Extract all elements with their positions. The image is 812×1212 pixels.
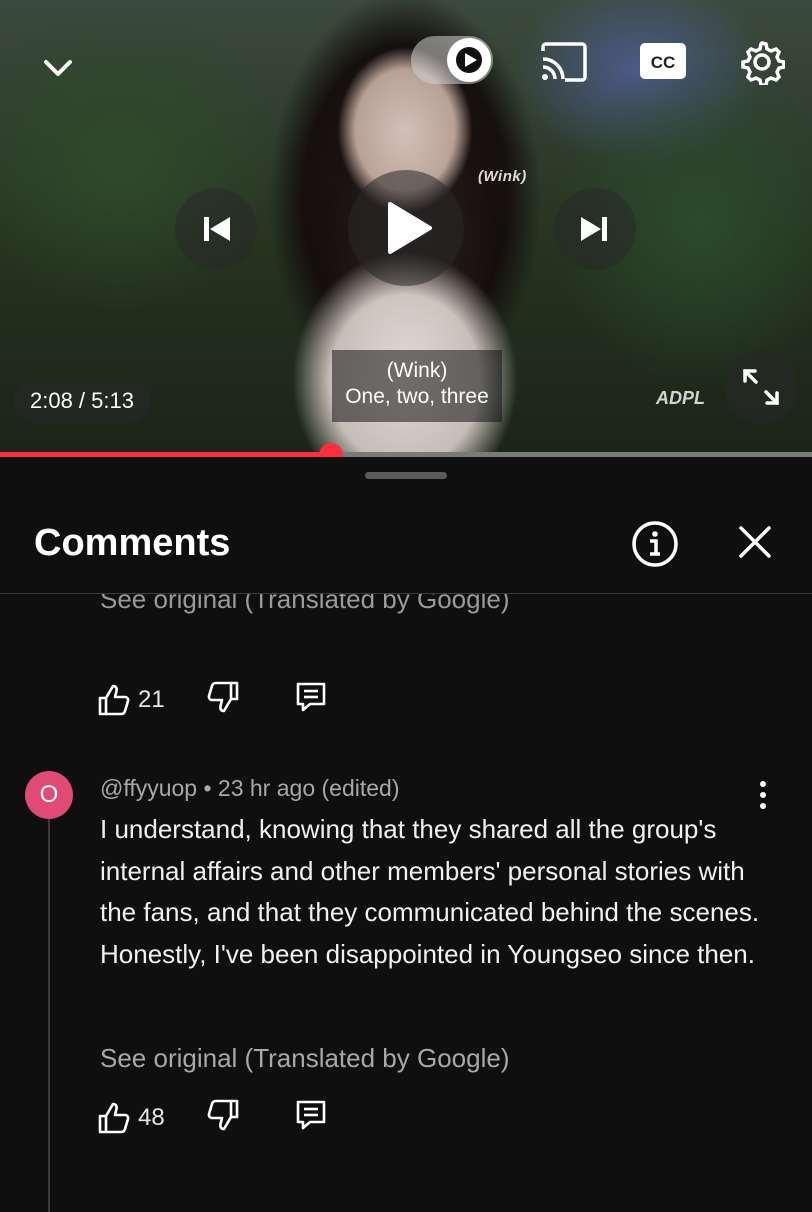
close-icon bbox=[739, 526, 771, 558]
page-title: Comments bbox=[34, 522, 231, 564]
reply-button[interactable] bbox=[293, 679, 329, 720]
comment-meta[interactable]: @ffyyuop • 23 hr ago (edited) bbox=[100, 775, 399, 802]
channel-watermark: ADPL bbox=[656, 388, 705, 408]
captions-button[interactable]: CC bbox=[640, 42, 686, 80]
dislike-button[interactable] bbox=[205, 1097, 241, 1138]
previous-button[interactable] bbox=[175, 188, 257, 270]
svg-text:CC: CC bbox=[651, 53, 676, 72]
info-button[interactable] bbox=[630, 519, 680, 569]
info-icon bbox=[632, 521, 678, 567]
subtitle-line: (Wink) bbox=[386, 359, 448, 382]
thumbs-up-icon bbox=[98, 684, 130, 715]
more-options-button[interactable] bbox=[752, 777, 774, 813]
like-count: 48 bbox=[138, 1103, 165, 1131]
settings-button[interactable] bbox=[738, 38, 786, 86]
play-button[interactable] bbox=[348, 170, 464, 286]
reply-comment-icon bbox=[296, 1100, 326, 1130]
autoplay-toggle[interactable] bbox=[411, 36, 493, 84]
see-original-link[interactable]: See original (Translated by Google) bbox=[100, 1043, 509, 1074]
video-watermark-tag: (Wink) bbox=[478, 168, 527, 185]
previous-icon bbox=[204, 217, 230, 241]
autoplay-toggle-icon bbox=[447, 38, 491, 82]
comment-actions: 21 bbox=[96, 679, 329, 720]
avatar[interactable]: O bbox=[25, 771, 73, 819]
like-button[interactable]: 21 bbox=[96, 682, 165, 718]
cast-button[interactable] bbox=[538, 40, 590, 84]
close-button[interactable] bbox=[732, 519, 778, 565]
like-count: 21 bbox=[138, 685, 165, 713]
thread-line bbox=[48, 792, 50, 1212]
like-button[interactable]: 48 bbox=[96, 1100, 165, 1136]
cc-icon: CC bbox=[640, 43, 686, 79]
comments-header: Comments bbox=[0, 497, 812, 593]
thumbs-down-icon bbox=[207, 681, 239, 713]
comments-sheet: Comments See original (Translated by Goo… bbox=[0, 457, 812, 1212]
video-player[interactable]: CC (Wink) 2:08 / 5:13 (Wink) One, two, t… bbox=[0, 0, 812, 455]
play-icon bbox=[388, 202, 432, 254]
settings-gear-icon bbox=[741, 41, 785, 85]
cast-icon bbox=[541, 42, 587, 82]
comment-text: I understand, knowing that they shared a… bbox=[100, 814, 760, 969]
comment-actions: 48 bbox=[96, 1097, 329, 1138]
minimize-button[interactable] bbox=[38, 48, 78, 88]
header-divider bbox=[0, 593, 812, 594]
subtitle-line: One, two, three bbox=[345, 385, 489, 408]
reply-button[interactable] bbox=[293, 1097, 329, 1138]
fullscreen-button[interactable] bbox=[724, 350, 798, 424]
thumbs-up-icon bbox=[98, 1102, 130, 1133]
drag-handle[interactable] bbox=[365, 472, 447, 479]
next-icon bbox=[581, 217, 607, 241]
next-button[interactable] bbox=[554, 188, 636, 270]
fullscreen-icon bbox=[743, 369, 779, 405]
reply-comment-icon bbox=[296, 682, 326, 712]
video-subtitle: (Wink) One, two, three bbox=[332, 350, 502, 422]
time-display: 2:08 / 5:13 bbox=[14, 379, 150, 423]
thumbs-down-icon bbox=[207, 1099, 239, 1131]
more-vertical-icon bbox=[760, 781, 766, 809]
dislike-button[interactable] bbox=[205, 679, 241, 720]
chevron-down-icon bbox=[44, 60, 72, 76]
avatar-letter: O bbox=[39, 781, 59, 808]
